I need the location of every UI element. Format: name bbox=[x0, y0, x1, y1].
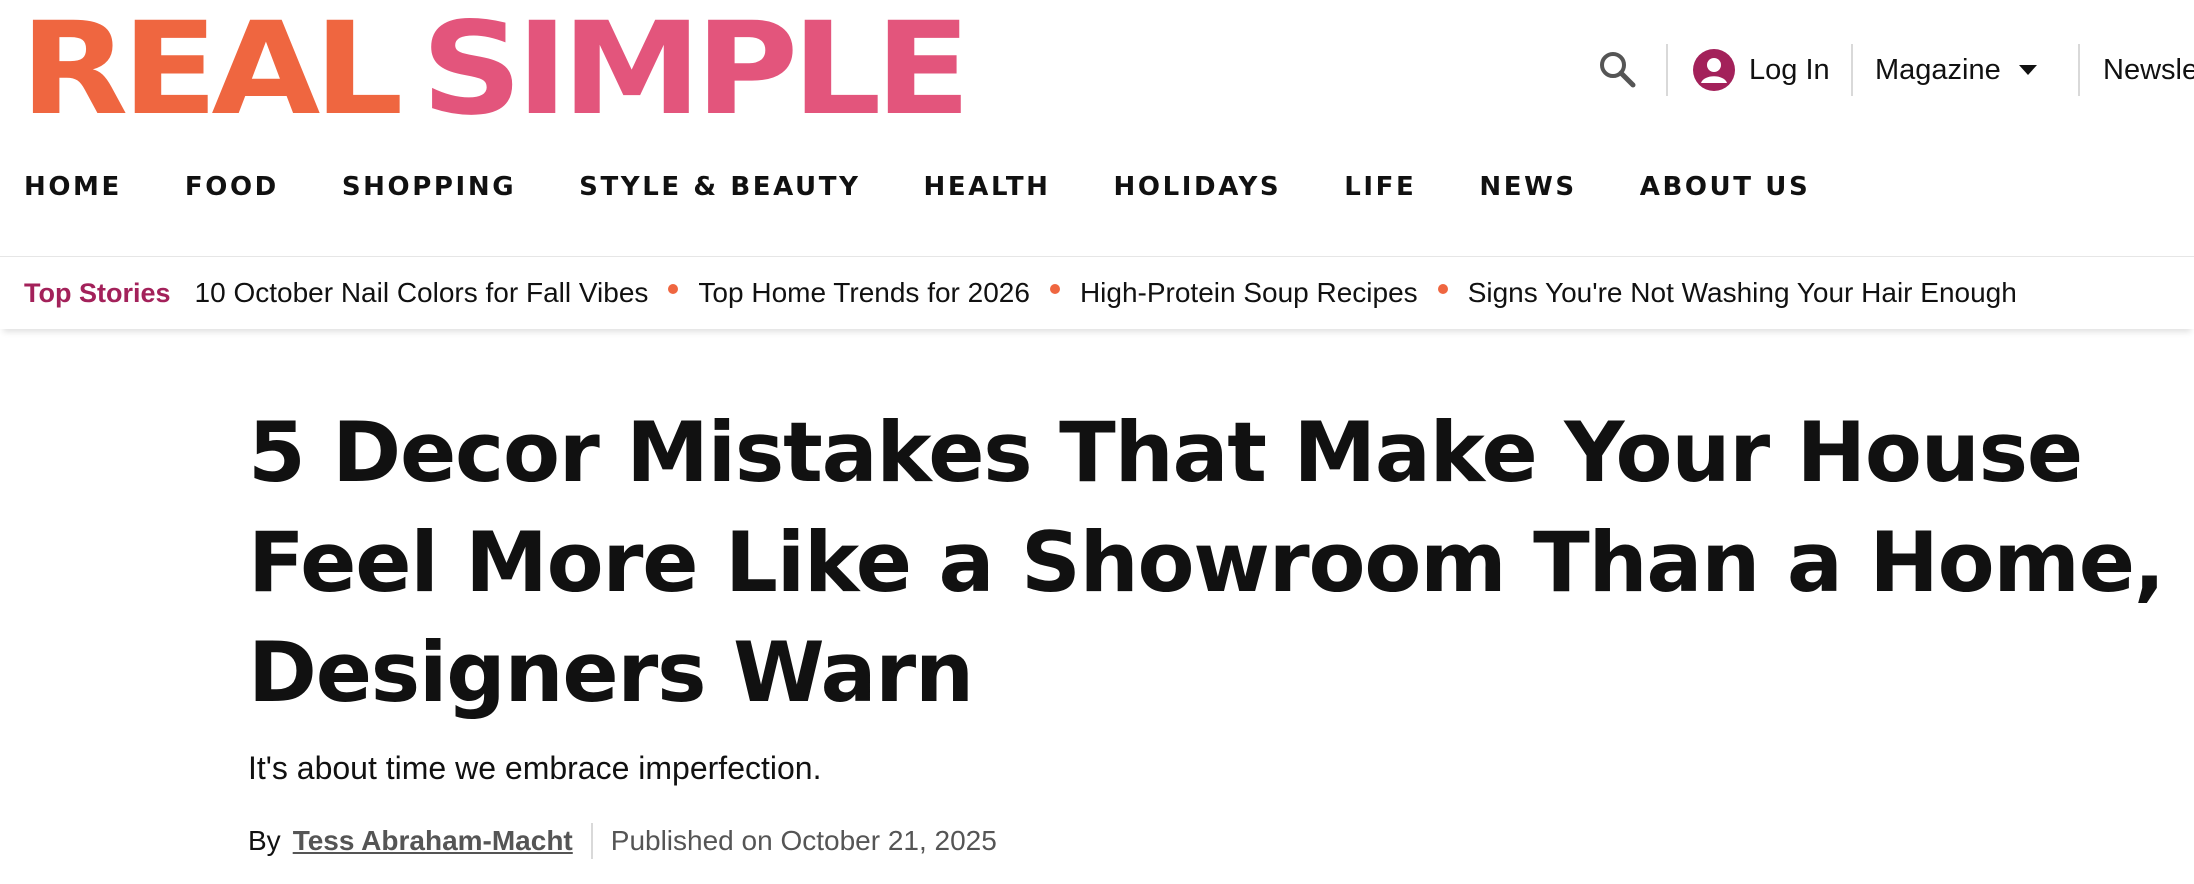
logo-simple: SIMPLE bbox=[421, 0, 971, 144]
caret-down-icon bbox=[2018, 65, 2037, 75]
main-nav: HOME FOOD SHOPPING STYLE & BEAUTY HEALTH… bbox=[24, 172, 1873, 202]
newsletter-link[interactable]: Newsle bbox=[2103, 44, 2194, 96]
byline-divider bbox=[590, 823, 593, 859]
bullet-dot bbox=[1437, 284, 1448, 294]
article: 5 Decor Mistakes That Make Your House Fe… bbox=[248, 398, 2178, 859]
logo-real: REAL bbox=[20, 0, 403, 144]
search-icon bbox=[1600, 52, 1636, 88]
nav-item-home[interactable]: HOME bbox=[24, 172, 122, 202]
magazine-dropdown[interactable]: Magazine bbox=[1875, 44, 2037, 96]
newsletter-label: Newsle bbox=[2103, 53, 2194, 86]
top-stories-bar: Top Stories 10 October Nail Colors for F… bbox=[0, 256, 2194, 329]
article-dek: It's about time we embrace imperfection. bbox=[248, 750, 822, 786]
login-label: Log In bbox=[1749, 53, 1830, 86]
article-headline: 5 Decor Mistakes That Make Your House Fe… bbox=[248, 404, 2165, 721]
site-logo[interactable]: REAL SIMPLE bbox=[20, 6, 971, 134]
top-story-link[interactable]: High-Protein Soup Recipes bbox=[1080, 277, 1418, 309]
nav-item-health[interactable]: HEALTH bbox=[924, 172, 1051, 202]
search-button[interactable] bbox=[1596, 48, 1640, 92]
bullet-dot bbox=[668, 284, 679, 294]
utility-divider bbox=[2078, 44, 2080, 96]
byline: By Tess Abraham-Macht Published on Octob… bbox=[248, 823, 2178, 859]
top-story-link[interactable]: Top Home Trends for 2026 bbox=[698, 277, 1030, 309]
magazine-label: Magazine bbox=[1875, 53, 2001, 86]
utility-divider bbox=[1851, 44, 1853, 96]
top-stories-label: Top Stories bbox=[24, 277, 171, 308]
nav-item-news[interactable]: NEWS bbox=[1479, 172, 1576, 202]
nav-item-holidays[interactable]: HOLIDAYS bbox=[1114, 172, 1282, 202]
login-button[interactable]: Log In bbox=[1693, 44, 1830, 96]
author-link[interactable]: Tess Abraham-Macht bbox=[293, 825, 573, 857]
nav-item-food[interactable]: FOOD bbox=[185, 172, 279, 202]
site-header: REAL SIMPLE Log In Magazine Newsle HOME F… bbox=[0, 0, 2194, 256]
top-story-link[interactable]: 10 October Nail Colors for Fall Vibes bbox=[195, 277, 649, 309]
nav-item-shopping[interactable]: SHOPPING bbox=[342, 172, 516, 202]
user-circle-icon bbox=[1693, 49, 1735, 91]
bullet-dot bbox=[1049, 284, 1060, 294]
top-story-link[interactable]: Signs You're Not Washing Your Hair Enoug… bbox=[1468, 277, 2017, 309]
nav-item-about-us[interactable]: ABOUT US bbox=[1640, 172, 1811, 202]
nav-item-life[interactable]: LIFE bbox=[1344, 172, 1416, 202]
utility-divider bbox=[1666, 44, 1668, 96]
nav-item-style-beauty[interactable]: STYLE & BEAUTY bbox=[579, 172, 860, 202]
byline-prefix: By bbox=[248, 825, 281, 856]
published-date: Published on October 21, 2025 bbox=[610, 825, 997, 856]
